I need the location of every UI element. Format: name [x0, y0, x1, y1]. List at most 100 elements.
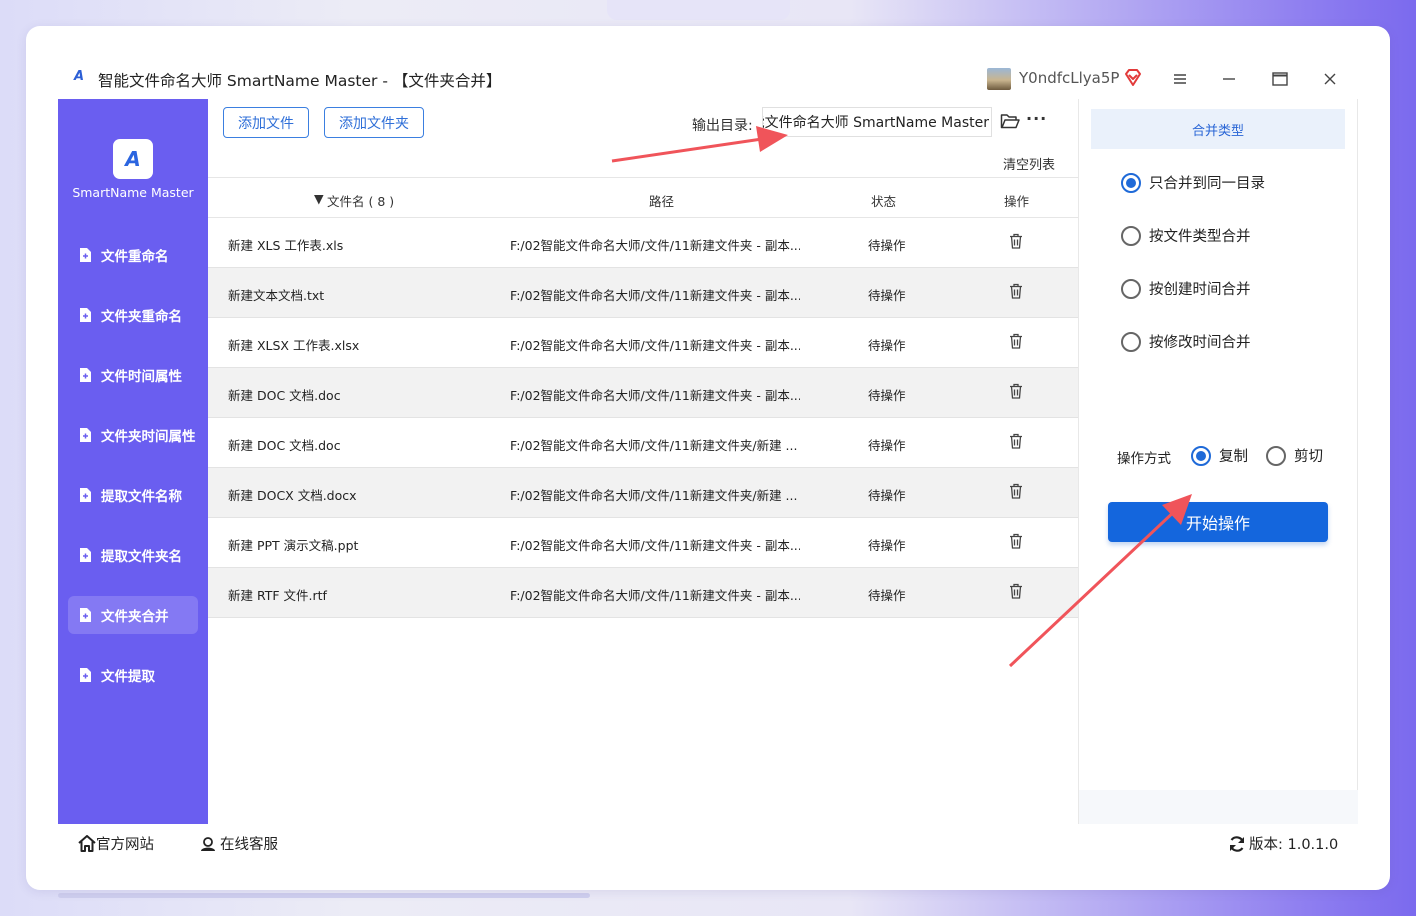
- merge-option[interactable]: 只合并到同一目录: [1121, 172, 1265, 193]
- document-icon: [80, 368, 91, 382]
- right-panel: 合并类型 只合并到同一目录 按文件类型合并 按创建时间合并 按修改时间合并 操作方式 …: [1078, 99, 1358, 824]
- trash-icon[interactable]: [1009, 283, 1025, 301]
- radio-button[interactable]: [1266, 445, 1286, 466]
- merge-type-title: 合并类型: [1091, 109, 1345, 149]
- trash-icon[interactable]: [1009, 233, 1025, 251]
- minimize-icon[interactable]: [1215, 66, 1243, 92]
- trash-icon[interactable]: [1009, 533, 1025, 551]
- sidebar-item[interactable]: 文件夹合并: [68, 596, 198, 634]
- file-path: F:/02智能文件命名大师/文件/11新建文件夹 - 副本...: [510, 388, 800, 403]
- table-row[interactable]: 新建 DOC 文档.doc F:/02智能文件命名大师/文件/11新建文件夹/新建…: [208, 418, 1078, 468]
- headset-icon: [201, 836, 215, 851]
- table-row[interactable]: 新建 XLSX 工作表.xlsx F:/02智能文件命名大师/文件/11新建文件夹…: [208, 318, 1078, 368]
- merge-option[interactable]: 按修改时间合并: [1121, 331, 1251, 352]
- op-mode-label: 操作方式: [1117, 451, 1171, 467]
- avatar[interactable]: [987, 68, 1011, 90]
- vip-diamond-icon[interactable]: [1123, 68, 1143, 88]
- file-path: F:/02智能文件命名大师/文件/11新建文件夹 - 副本...: [510, 288, 800, 303]
- table-header: ▼ 文件名 ( 8 ) 路径 状态 操作: [208, 177, 1078, 218]
- sort-arrow-icon[interactable]: ▼: [314, 191, 324, 206]
- col-status-header: 状态: [871, 194, 897, 209]
- sidebar: A SmartName Master 文件重命名 文件夹重命名 文件时间属性 文件夹时…: [58, 99, 208, 824]
- radio-button[interactable]: [1191, 445, 1211, 466]
- sidebar-item-label: 提取文件名称: [101, 489, 182, 505]
- op-mode-label: 复制: [1219, 449, 1248, 465]
- version-info: 版本: 1.0.1.0: [1228, 833, 1338, 854]
- brand-name: SmartName Master: [72, 185, 194, 200]
- sidebar-item[interactable]: 文件夹重命名: [68, 296, 198, 334]
- sidebar-item-label: 文件夹重命名: [101, 309, 182, 325]
- username[interactable]: Y0ndfcLlya5P: [1019, 69, 1119, 87]
- sidebar-item-label: 文件提取: [101, 669, 155, 685]
- trash-icon[interactable]: [1009, 333, 1025, 351]
- table-row[interactable]: 新建 PPT 演示文稿.ppt F:/02智能文件命名大师/文件/11新建文件夹 …: [208, 518, 1078, 568]
- file-name: 新建文本文档.txt: [228, 288, 325, 303]
- op-mode-option[interactable]: 复制: [1191, 445, 1248, 466]
- sidebar-item-label: 文件夹时间属性: [101, 429, 196, 445]
- more-icon[interactable]: ···: [1026, 109, 1047, 128]
- trash-icon[interactable]: [1009, 433, 1025, 451]
- col-name-header[interactable]: 文件名 ( 8 ): [327, 191, 394, 210]
- footer: 官方网站 在线客服 版本: 1.0.1.0: [58, 824, 1358, 858]
- table-row[interactable]: 新建 DOCX 文档.docx F:/02智能文件命名大师/文件/11新建文件夹/…: [208, 468, 1078, 518]
- file-table: ▼ 文件名 ( 8 ) 路径 状态 操作 新建 XLS 工作表.xls F:/02…: [208, 177, 1078, 618]
- trash-icon[interactable]: [1009, 483, 1025, 501]
- background-tab: [607, 0, 790, 20]
- website-label: 官方网站: [96, 837, 154, 853]
- close-icon[interactable]: [1316, 66, 1344, 92]
- table-row[interactable]: 新建文本文档.txt F:/02智能文件命名大师/文件/11新建文件夹 - 副本.…: [208, 268, 1078, 318]
- title-bar: A 智能文件命名大师 SmartName Master - 【文件夹合并】 Y0…: [58, 58, 1358, 99]
- output-dir-field[interactable]: 能文件命名大师 SmartName Master: [762, 107, 992, 137]
- merge-option-label: 按创建时间合并: [1149, 282, 1251, 298]
- clear-list-button[interactable]: 清空列表: [1003, 154, 1055, 173]
- merge-option[interactable]: 按文件类型合并: [1121, 225, 1251, 246]
- support-link[interactable]: 在线客服: [199, 833, 278, 854]
- table-row[interactable]: 新建 DOC 文档.doc F:/02智能文件命名大师/文件/11新建文件夹 - …: [208, 368, 1078, 418]
- sidebar-item[interactable]: 文件时间属性: [68, 356, 198, 394]
- maximize-icon[interactable]: [1266, 66, 1294, 92]
- add-folder-button[interactable]: 添加文件夹: [324, 107, 424, 138]
- website-link[interactable]: 官方网站: [78, 833, 154, 854]
- folder-open-icon[interactable]: [1000, 112, 1020, 130]
- start-button[interactable]: 开始操作: [1108, 502, 1328, 542]
- merge-option-label: 按修改时间合并: [1149, 335, 1251, 351]
- menu-icon[interactable]: [1166, 66, 1194, 92]
- radio-button[interactable]: [1121, 331, 1141, 352]
- radio-button[interactable]: [1121, 278, 1141, 299]
- table-row[interactable]: 新建 XLS 工作表.xls F:/02智能文件命名大师/文件/11新建文件夹 -…: [208, 218, 1078, 268]
- window-title: 智能文件命名大师 SmartName Master - 【文件夹合并】: [98, 72, 502, 90]
- sidebar-item-label: 文件夹合并: [101, 609, 169, 625]
- sidebar-item[interactable]: 文件重命名: [68, 236, 198, 274]
- file-status: 待操作: [868, 438, 906, 453]
- document-icon: [80, 248, 91, 262]
- merge-option-label: 只合并到同一目录: [1149, 176, 1265, 192]
- file-path: F:/02智能文件命名大师/文件/11新建文件夹 - 副本...: [510, 538, 800, 553]
- main-area: 添加文件 添加文件夹 输出目录: 能文件命名大师 SmartName Maste…: [208, 99, 1078, 824]
- op-mode-option[interactable]: 剪切: [1266, 445, 1323, 466]
- file-status: 待操作: [868, 388, 906, 403]
- sidebar-item-label: 提取文件夹名: [101, 549, 182, 565]
- table-row[interactable]: 新建 RTF 文件.rtf F:/02智能文件命名大师/文件/11新建文件夹 - …: [208, 568, 1078, 618]
- op-mode-label: 剪切: [1294, 449, 1323, 465]
- merge-option-label: 按文件类型合并: [1149, 229, 1251, 245]
- sidebar-item[interactable]: 提取文件名称: [68, 476, 198, 514]
- file-path: F:/02智能文件命名大师/文件/11新建文件夹 - 副本...: [510, 588, 800, 603]
- file-path: F:/02智能文件命名大师/文件/11新建文件夹 - 副本...: [510, 338, 800, 353]
- document-icon: [80, 308, 91, 322]
- app-logo-icon: A: [74, 69, 85, 84]
- sidebar-item[interactable]: 提取文件夹名: [68, 536, 198, 574]
- output-dir-label: 输出目录:: [692, 118, 753, 134]
- trash-icon[interactable]: [1009, 583, 1025, 601]
- file-name: 新建 XLSX 工作表.xlsx: [228, 338, 360, 353]
- file-name: 新建 DOC 文档.doc: [228, 438, 341, 453]
- add-file-button[interactable]: 添加文件: [223, 107, 309, 138]
- radio-button[interactable]: [1121, 172, 1141, 193]
- merge-option[interactable]: 按创建时间合并: [1121, 278, 1251, 299]
- trash-icon[interactable]: [1009, 383, 1025, 401]
- sidebar-item[interactable]: 文件夹时间属性: [68, 416, 198, 454]
- support-label: 在线客服: [220, 837, 278, 853]
- radio-button[interactable]: [1121, 225, 1141, 246]
- right-panel-footer: [1079, 790, 1358, 824]
- refresh-icon[interactable]: [1228, 835, 1246, 853]
- sidebar-item[interactable]: 文件提取: [68, 656, 198, 694]
